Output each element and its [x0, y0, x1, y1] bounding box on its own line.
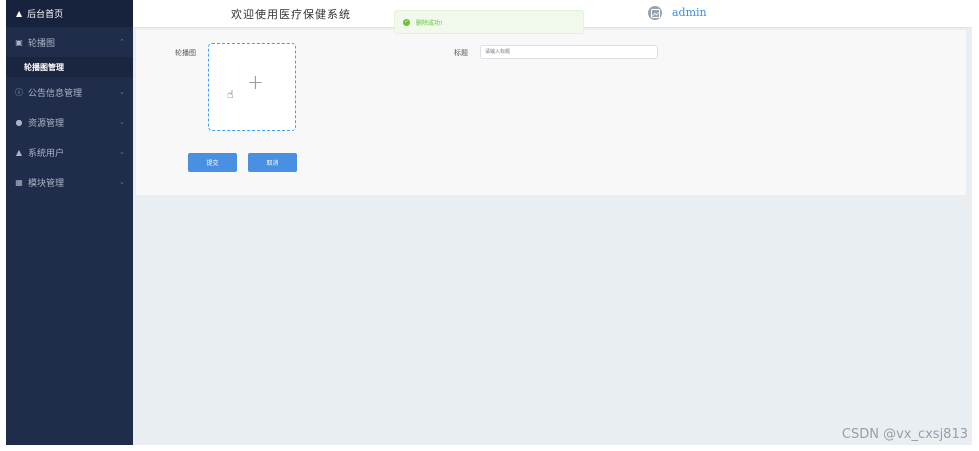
menu-item-carousel[interactable]: ▣ 轮播图 ⌃ — [6, 27, 133, 57]
chevron-down-icon: ⌄ — [119, 178, 125, 186]
watermark: CSDN @vx_cxsj813 — [841, 427, 968, 442]
location-icon: ● — [15, 117, 23, 127]
success-toast: ✓ 删除成功! — [394, 10, 584, 34]
carousel-image-label: 轮播图 — [175, 49, 196, 57]
chevron-down-icon: ⌄ — [119, 118, 125, 126]
username-link[interactable]: admin — [672, 6, 707, 19]
pointer-cursor-icon: ☝ — [227, 88, 234, 101]
submit-button[interactable]: 提交 — [188, 153, 237, 172]
image-icon: ▣ — [15, 37, 23, 47]
welcome-title: 欢迎使用医疗保健系统 — [231, 8, 351, 21]
chevron-down-icon: ⌄ — [119, 148, 125, 156]
menu-item-resource[interactable]: ● 资源管理 ⌄ — [6, 107, 133, 137]
menu-item-label: 系统用户 — [28, 148, 65, 159]
check-circle-icon: ✓ — [403, 18, 410, 26]
grid-icon: ▦ — [15, 177, 23, 187]
menu-item-label: 资源管理 — [28, 118, 65, 129]
form-panel: 轮播图 + ☝ 标题 提交 取消 — [136, 30, 966, 195]
info-icon: ⓘ — [15, 87, 23, 97]
menu-item-label: 公告信息管理 — [28, 88, 83, 99]
plus-icon: + — [247, 70, 264, 94]
menu-item-label: 模块管理 — [28, 178, 65, 189]
menu-item-label: 轮播图 — [28, 38, 56, 49]
title-label: 标题 — [454, 49, 468, 57]
menu-item-users[interactable]: ▲ 系统用户 ⌄ — [6, 137, 133, 167]
user-icon: ▲ — [15, 147, 23, 157]
toast-message: 删除成功! — [416, 19, 443, 27]
title-input[interactable] — [480, 45, 658, 59]
menu-item-notice[interactable]: ⓘ 公告信息管理 ⌄ — [6, 77, 133, 107]
sidebar-home[interactable]: ▲ 后台首页 — [6, 0, 133, 27]
image-upload[interactable]: + ☝ — [208, 43, 296, 131]
chevron-down-icon: ⌄ — [119, 88, 125, 96]
avatar[interactable] — [648, 6, 662, 20]
home-icon: ▲ — [16, 9, 23, 18]
submenu-item-label: 轮播图管理 — [24, 62, 64, 72]
image-icon — [650, 8, 660, 18]
sidebar-home-label: 后台首页 — [27, 10, 64, 20]
cancel-button[interactable]: 取消 — [248, 153, 297, 172]
menu-item-modules[interactable]: ▦ 模块管理 ⌄ — [6, 167, 133, 197]
chevron-up-icon: ⌃ — [119, 38, 125, 46]
sidebar: ▲ 后台首页 ▣ 轮播图 ⌃ 轮播图管理 ⓘ 公告信息管理 ⌄ ● 资源管理 ⌄… — [6, 0, 133, 445]
submenu-item-carousel-manage[interactable]: 轮播图管理 — [6, 57, 133, 77]
app: ▲ 后台首页 ▣ 轮播图 ⌃ 轮播图管理 ⓘ 公告信息管理 ⌄ ● 资源管理 ⌄… — [6, 0, 972, 445]
